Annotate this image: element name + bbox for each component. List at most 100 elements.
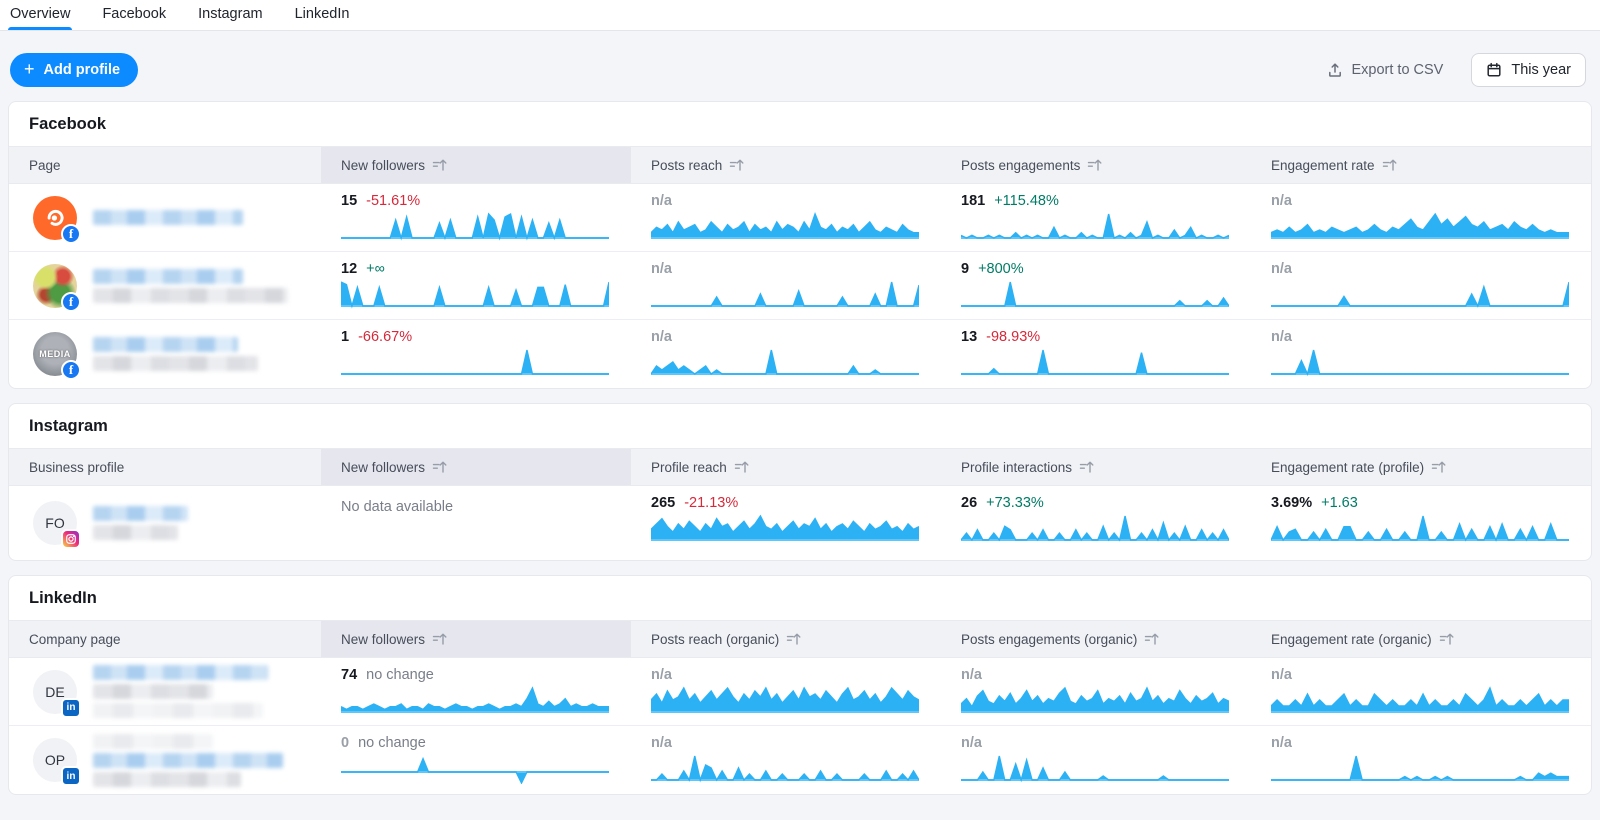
sort-icon[interactable] [729,158,744,172]
date-range-button[interactable]: This year [1471,53,1586,87]
metric-cell: n/a [631,184,941,251]
column-header-posts-reach-organic-[interactable]: Posts reach (organic) [631,621,941,657]
column-header-new-followers[interactable]: New followers [321,621,631,657]
tab-linkedin[interactable]: LinkedIn [295,0,350,30]
metric-cell: n/a [631,658,941,725]
column-header-new-followers[interactable]: New followers [321,449,631,485]
sort-icon[interactable] [1079,460,1094,474]
column-header-engagement-rate-profile-[interactable]: Engagement rate (profile) [1251,449,1591,485]
sparkline-chart [961,346,1229,378]
metric-delta: +∞ [366,261,385,277]
sort-icon[interactable] [1144,632,1159,646]
redacted-text-line [93,734,213,749]
metric-cell: 26 +73.33% [941,486,1251,560]
column-header-engagement-rate[interactable]: Engagement rate [1251,147,1591,183]
table-row: MEDIAf1-66.67%n/a13-98.93%n/a [9,320,1591,388]
metric-value-na: n/a [651,261,672,277]
metric-cell: 1-66.67% [321,320,631,388]
sparkline-chart [1271,210,1569,242]
metric-cell: 15-51.61% [321,184,631,251]
cards: FacebookPageNew followersPosts reachPost… [0,101,1600,795]
profile-cell[interactable]: f [9,252,321,319]
metric-value-na: n/a [1271,667,1292,683]
redacted-text-line [93,684,213,699]
tab-facebook[interactable]: Facebook [102,0,166,30]
sparkline-chart [961,512,1229,544]
sort-icon[interactable] [432,460,447,474]
section-card-linkedin: LinkedInCompany pageNew followersPosts r… [8,575,1592,795]
redacted-text-line [93,772,241,787]
sparkline-chart [961,752,1229,784]
column-header-label: Posts reach [651,158,722,173]
metric-value: 15 [341,193,357,209]
column-header-label: Business profile [29,460,124,475]
column-header-business-profile: Business profile [9,449,321,485]
metric-delta: +73.33% [986,495,1044,511]
instagram-badge-icon [61,529,81,549]
column-header-posts-engagements[interactable]: Posts engagements [941,147,1251,183]
sort-icon[interactable] [786,632,801,646]
column-header-posts-engagements-organic-[interactable]: Posts engagements (organic) [941,621,1251,657]
redacted-profile-name [93,210,243,225]
sort-icon[interactable] [1439,632,1454,646]
no-data-message: No data available [341,499,609,515]
metric-value: 3.69% [1271,495,1312,511]
export-csv-label: Export to CSV [1351,62,1443,78]
avatar-logo-text: MEDIA [39,349,71,359]
add-profile-button[interactable]: + Add profile [10,53,138,87]
metric-value: 12 [341,261,357,277]
profile-cell[interactable]: DEin [9,658,321,725]
tab-overview[interactable]: Overview [10,0,70,30]
table-header-row: Company pageNew followersPosts reach (or… [9,620,1591,658]
sort-icon[interactable] [1382,158,1397,172]
facebook-badge-icon: f [61,360,81,380]
profile-cell[interactable]: MEDIAf [9,320,321,388]
metric-delta: -66.67% [358,329,412,345]
column-header-label: Engagement rate (profile) [1271,460,1424,475]
redacted-text-line [93,356,258,371]
metric-value-na: n/a [651,193,672,209]
redacted-text-line [93,753,283,768]
metric-value: 9 [961,261,969,277]
column-header-engagement-rate-organic-[interactable]: Engagement rate (organic) [1251,621,1591,657]
sort-icon[interactable] [1431,460,1446,474]
sparkline-chart [1271,278,1569,310]
metric-delta: +800% [978,261,1024,277]
metric-cell: 9 +800% [941,252,1251,319]
metric-cell: n/a [631,726,941,794]
tab-instagram[interactable]: Instagram [198,0,262,30]
sparkline-chart [651,210,919,242]
metric-cell: 3.69%+1.63 [1251,486,1591,560]
metric-value-na: n/a [1271,193,1292,209]
toolbar-right: Export to CSV This year [1327,53,1586,87]
sort-icon[interactable] [734,460,749,474]
metric-value: 13 [961,329,977,345]
column-header-profile-reach[interactable]: Profile reach [631,449,941,485]
sparkline-chart [651,752,919,784]
redacted-text-line [93,210,243,225]
export-csv-button[interactable]: Export to CSV [1327,62,1443,78]
sort-icon[interactable] [432,632,447,646]
redacted-text-line [93,703,263,718]
section-card-instagram: InstagramBusiness profileNew followersPr… [8,403,1592,561]
sparkline-chart [651,278,919,310]
column-header-posts-reach[interactable]: Posts reach [631,147,941,183]
column-header-profile-interactions[interactable]: Profile interactions [941,449,1251,485]
column-header-label: Posts reach (organic) [651,632,779,647]
metric-cell: 12 +∞ [321,252,631,319]
metric-delta: +115.48% [994,193,1059,209]
column-header-new-followers[interactable]: New followers [321,147,631,183]
calendar-icon [1486,62,1502,78]
metric-value-na: n/a [651,329,672,345]
profile-avatar: DEin [33,670,77,714]
metric-cell: n/a [941,726,1251,794]
sort-icon[interactable] [432,158,447,172]
profile-cell[interactable]: FO [9,486,321,560]
metric-value: 26 [961,495,977,511]
metric-cell: n/a [1251,726,1591,794]
profile-cell[interactable]: f [9,184,321,251]
profile-cell[interactable]: OPin [9,726,321,794]
column-header-label: New followers [341,632,425,647]
metric-value: 265 [651,495,675,511]
sort-icon[interactable] [1087,158,1102,172]
